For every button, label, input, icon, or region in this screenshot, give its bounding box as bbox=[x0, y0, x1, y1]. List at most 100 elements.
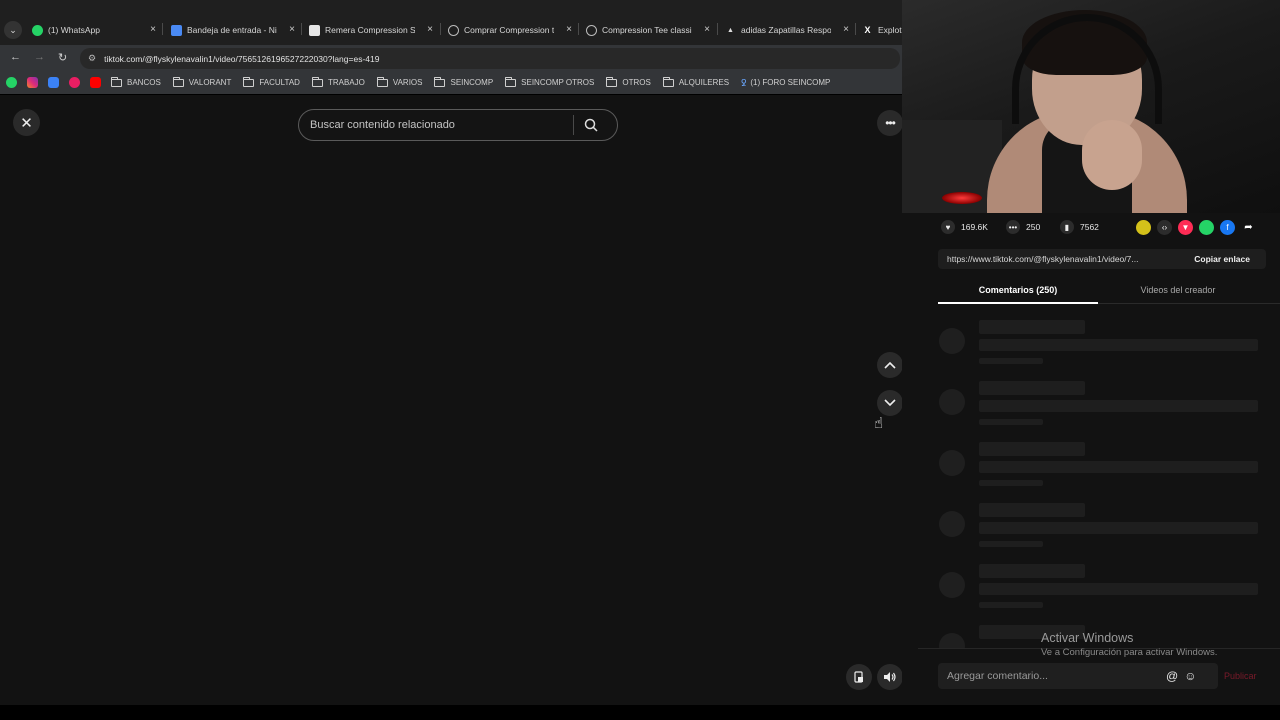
instagram-bookmark-icon[interactable] bbox=[27, 77, 38, 88]
tab-close-icon[interactable]: × bbox=[150, 24, 156, 35]
whatsapp-share-icon[interactable] bbox=[1199, 220, 1214, 235]
tab-comments[interactable]: Comentarios (250) bbox=[938, 282, 1098, 304]
youtube-bookmark-icon[interactable] bbox=[90, 77, 101, 88]
volume-button[interactable] bbox=[877, 664, 903, 690]
video-viewer: ✕ ••• ☝ bbox=[0, 95, 903, 705]
bookmark-foro-seincomp[interactable]: ꝿ (1) FORO SEINCOMP bbox=[741, 76, 830, 89]
reload-icon[interactable]: ↻ bbox=[58, 51, 67, 64]
bookmark-folder-otros[interactable]: OTROS bbox=[606, 76, 651, 87]
more-options-button[interactable]: ••• bbox=[877, 110, 903, 136]
comment-skeleton bbox=[938, 381, 1258, 437]
bookmark-label: BANCOS bbox=[127, 78, 161, 87]
tab-separator bbox=[578, 23, 579, 35]
tab-search-chevron-icon[interactable]: ⌄ bbox=[4, 21, 22, 39]
like-stat[interactable]: ♥ 169.6K bbox=[941, 220, 988, 234]
tab-adidas[interactable]: ▲ adidas Zapatillas Respon × bbox=[725, 17, 849, 43]
webcam-overlay bbox=[902, 0, 1280, 213]
forward-arrow-icon[interactable]: → bbox=[34, 51, 45, 63]
back-arrow-icon[interactable]: ← bbox=[10, 51, 21, 63]
skeleton-line bbox=[979, 442, 1085, 456]
tab-label: Remera Compression Sh bbox=[325, 25, 415, 35]
send-icon[interactable]: ▼ bbox=[1178, 220, 1193, 235]
pip-icon bbox=[854, 671, 863, 683]
tab-x[interactable]: X Explot bbox=[862, 17, 902, 43]
globe-icon bbox=[586, 24, 597, 36]
bookmark-folder-varios[interactable]: VARIOS bbox=[376, 76, 422, 87]
address-url: tiktok.com/@flyskylenavalin1/video/75651… bbox=[104, 53, 380, 64]
coin-icon[interactable] bbox=[1136, 220, 1151, 235]
tab-comprar-compression[interactable]: Comprar Compression te × bbox=[448, 17, 572, 43]
next-video-button[interactable] bbox=[877, 390, 903, 416]
video-details-panel: ♥ 169.6K ••• 250 ▮ 7562 ‹› ▼ f ➦ https:/… bbox=[902, 0, 1280, 705]
folder-icon bbox=[243, 76, 255, 87]
emoji-icon[interactable]: ☺ bbox=[1184, 669, 1196, 683]
tab-close-icon[interactable]: × bbox=[427, 24, 433, 35]
related-search-input[interactable] bbox=[299, 110, 573, 140]
tab-close-icon[interactable]: × bbox=[704, 24, 710, 35]
engagement-stats: ♥ 169.6K ••• 250 ▮ 7562 ‹› ▼ f ➦ bbox=[902, 213, 1280, 241]
app-bookmark-icon[interactable] bbox=[48, 77, 59, 88]
share-arrow-icon[interactable]: ➦ bbox=[1241, 220, 1256, 235]
comment-stat[interactable]: ••• 250 bbox=[1006, 220, 1040, 234]
bookmark-label: OTROS bbox=[622, 78, 651, 87]
whatsapp-bookmark-icon[interactable] bbox=[6, 77, 17, 88]
bookmark-folder-seincomp-otros[interactable]: SEINCOMP OTROS bbox=[505, 76, 594, 87]
share-icons: ‹› ▼ f ➦ bbox=[1136, 220, 1262, 235]
bookmark-folder-facultad[interactable]: FACULTAD bbox=[243, 76, 300, 87]
tab-compression-tee[interactable]: Compression Tee classic × bbox=[586, 17, 710, 43]
embed-icon[interactable]: ‹› bbox=[1157, 220, 1172, 235]
previous-video-button[interactable] bbox=[877, 352, 903, 378]
facebook-icon[interactable]: f bbox=[1220, 220, 1235, 235]
mention-icon[interactable]: @ bbox=[1166, 669, 1178, 683]
video-link[interactable]: https://www.tiktok.com/@flyskylenavalin1… bbox=[938, 254, 1178, 264]
tab-label: Bandeja de entrada - Nic bbox=[187, 25, 277, 35]
search-icon[interactable] bbox=[574, 110, 608, 140]
skeleton-line bbox=[979, 503, 1085, 517]
comment-skeleton bbox=[938, 503, 1258, 559]
address-bar[interactable]: ⚙ tiktok.com/@flyskylenavalin1/video/756… bbox=[80, 48, 900, 69]
tab-whatsapp[interactable]: (1) WhatsApp × bbox=[32, 17, 156, 43]
skeleton-avatar bbox=[939, 450, 965, 476]
skeleton-line bbox=[979, 358, 1043, 364]
copy-link-button[interactable]: Copiar enlace bbox=[1194, 254, 1266, 264]
more-icon: ••• bbox=[885, 116, 896, 130]
tab-creator-videos[interactable]: Videos del creador bbox=[1098, 282, 1258, 303]
skeleton-line bbox=[979, 419, 1043, 425]
skeleton-line bbox=[979, 564, 1085, 578]
site-info-icon[interactable]: ⚙ bbox=[88, 53, 96, 64]
tab-close-icon[interactable]: × bbox=[566, 24, 572, 35]
panel-tabs: Comentarios (250) Videos del creador bbox=[938, 282, 1280, 304]
skeleton-avatar bbox=[939, 572, 965, 598]
bookmark-folder-seincomp[interactable]: SEINCOMP bbox=[434, 76, 493, 87]
tab-label: Explot bbox=[878, 25, 902, 35]
skeleton-line bbox=[979, 522, 1258, 534]
whatsapp-icon bbox=[32, 24, 43, 36]
folder-icon bbox=[434, 76, 446, 87]
publish-button[interactable]: Publicar bbox=[1224, 671, 1257, 681]
tab-separator bbox=[717, 23, 718, 35]
tab-close-icon[interactable]: × bbox=[289, 24, 295, 35]
bookmark-folder-trabajo[interactable]: TRABAJO bbox=[311, 76, 365, 87]
tab-gmail[interactable]: Bandeja de entrada - Nic × bbox=[171, 17, 295, 43]
skeleton-line bbox=[979, 480, 1043, 486]
bookmark-label: VALORANT bbox=[188, 78, 232, 87]
bookmark-folder-valorant[interactable]: VALORANT bbox=[172, 76, 232, 87]
bottom-strip bbox=[0, 705, 1280, 720]
tab-close-icon[interactable]: × bbox=[843, 24, 849, 35]
bookmark-folder-bancos[interactable]: BANCOS bbox=[111, 76, 161, 87]
bookmark-label: ALQUILERES bbox=[678, 78, 730, 87]
bookmark-folder-alquileres[interactable]: ALQUILERES bbox=[662, 76, 730, 87]
floating-player-button[interactable] bbox=[846, 664, 872, 690]
close-button[interactable]: ✕ bbox=[13, 109, 40, 136]
bookmark-label: FACULTAD bbox=[259, 78, 300, 87]
tab-remera[interactable]: Remera Compression Sh × bbox=[309, 17, 433, 43]
comment-input-box: @ ☺ bbox=[938, 663, 1218, 689]
save-stat[interactable]: ▮ 7562 bbox=[1060, 220, 1099, 234]
tab-label: adidas Zapatillas Respon bbox=[741, 25, 831, 35]
red-bookmark-icon[interactable] bbox=[69, 77, 80, 88]
browser-tab-strip: ⌄ (1) WhatsApp × Bandeja de entrada - Ni… bbox=[0, 0, 902, 45]
hand-cursor-icon: ☝ bbox=[874, 415, 884, 432]
comment-count: 250 bbox=[1026, 222, 1041, 232]
webcam-red-light bbox=[942, 192, 982, 204]
comment-input[interactable] bbox=[938, 670, 1160, 682]
